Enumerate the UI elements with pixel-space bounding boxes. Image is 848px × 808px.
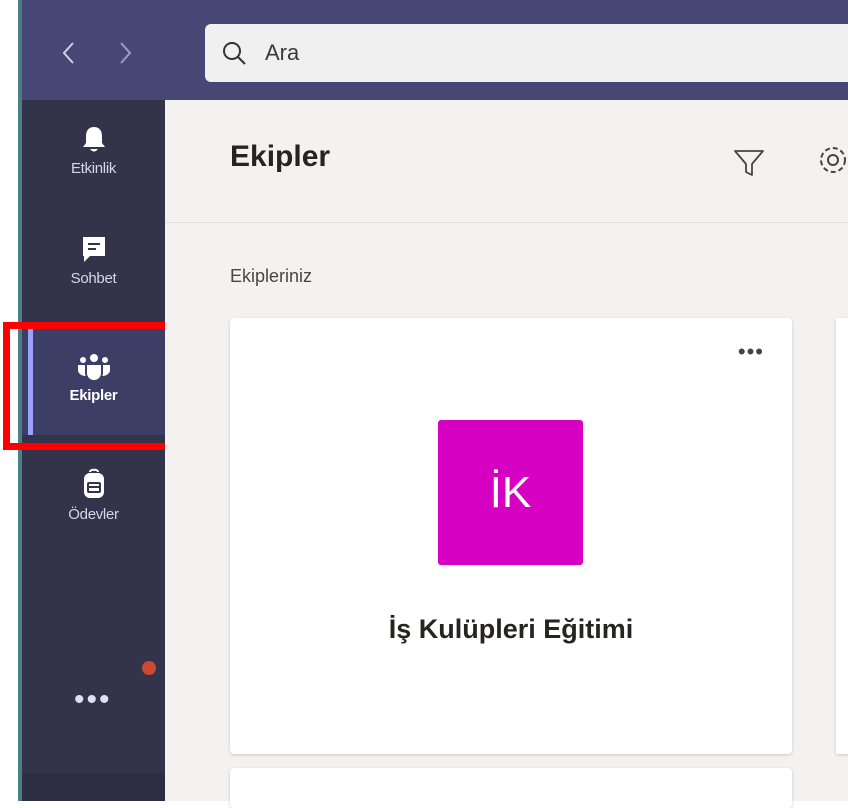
team-avatar: İK [438,420,583,565]
page-header: Ekipler [165,100,848,223]
title-bar [22,0,848,100]
rail-item-activity[interactable]: Etkinlik [22,110,165,216]
more-apps-button[interactable]: ••• [74,685,112,715]
notification-badge [142,661,156,675]
rail-item-label: Sohbet [70,270,117,287]
forward-button[interactable] [110,34,140,70]
chevron-right-icon [120,42,132,64]
backpack-icon [83,468,104,498]
gear-icon[interactable] [813,140,848,180]
back-button[interactable] [54,34,84,70]
rail-item-chat[interactable]: Sohbet [22,216,165,322]
bell-icon [82,127,105,152]
rail-item-assignments[interactable]: Ödevler [22,440,165,546]
rail-item-label: Ödevler [68,506,119,523]
section-label: Ekipleriniz [230,266,313,286]
team-card-partial[interactable] [230,768,792,808]
main-content: Ekipler Ekipleriniz ••• İK İş Kulüpleri … [165,100,848,808]
chevron-left-icon [62,42,74,64]
app-bar-footer [22,773,165,801]
search-box[interactable] [205,24,848,82]
team-name: İş Kulüpleri Eğitimi [388,614,634,644]
search-input[interactable] [263,37,827,69]
rail-item-label: Etkinlik [70,160,117,177]
highlight-annotation [3,322,191,450]
chat-icon [82,237,105,262]
team-more-options-button[interactable]: ••• [738,341,764,363]
search-icon [223,42,246,65]
filter-icon[interactable] [732,146,766,180]
team-card[interactable]: ••• İK İş Kulüpleri Eğitimi [230,318,792,754]
team-card-partial[interactable] [836,318,848,754]
page-title: Ekipler [230,140,331,173]
